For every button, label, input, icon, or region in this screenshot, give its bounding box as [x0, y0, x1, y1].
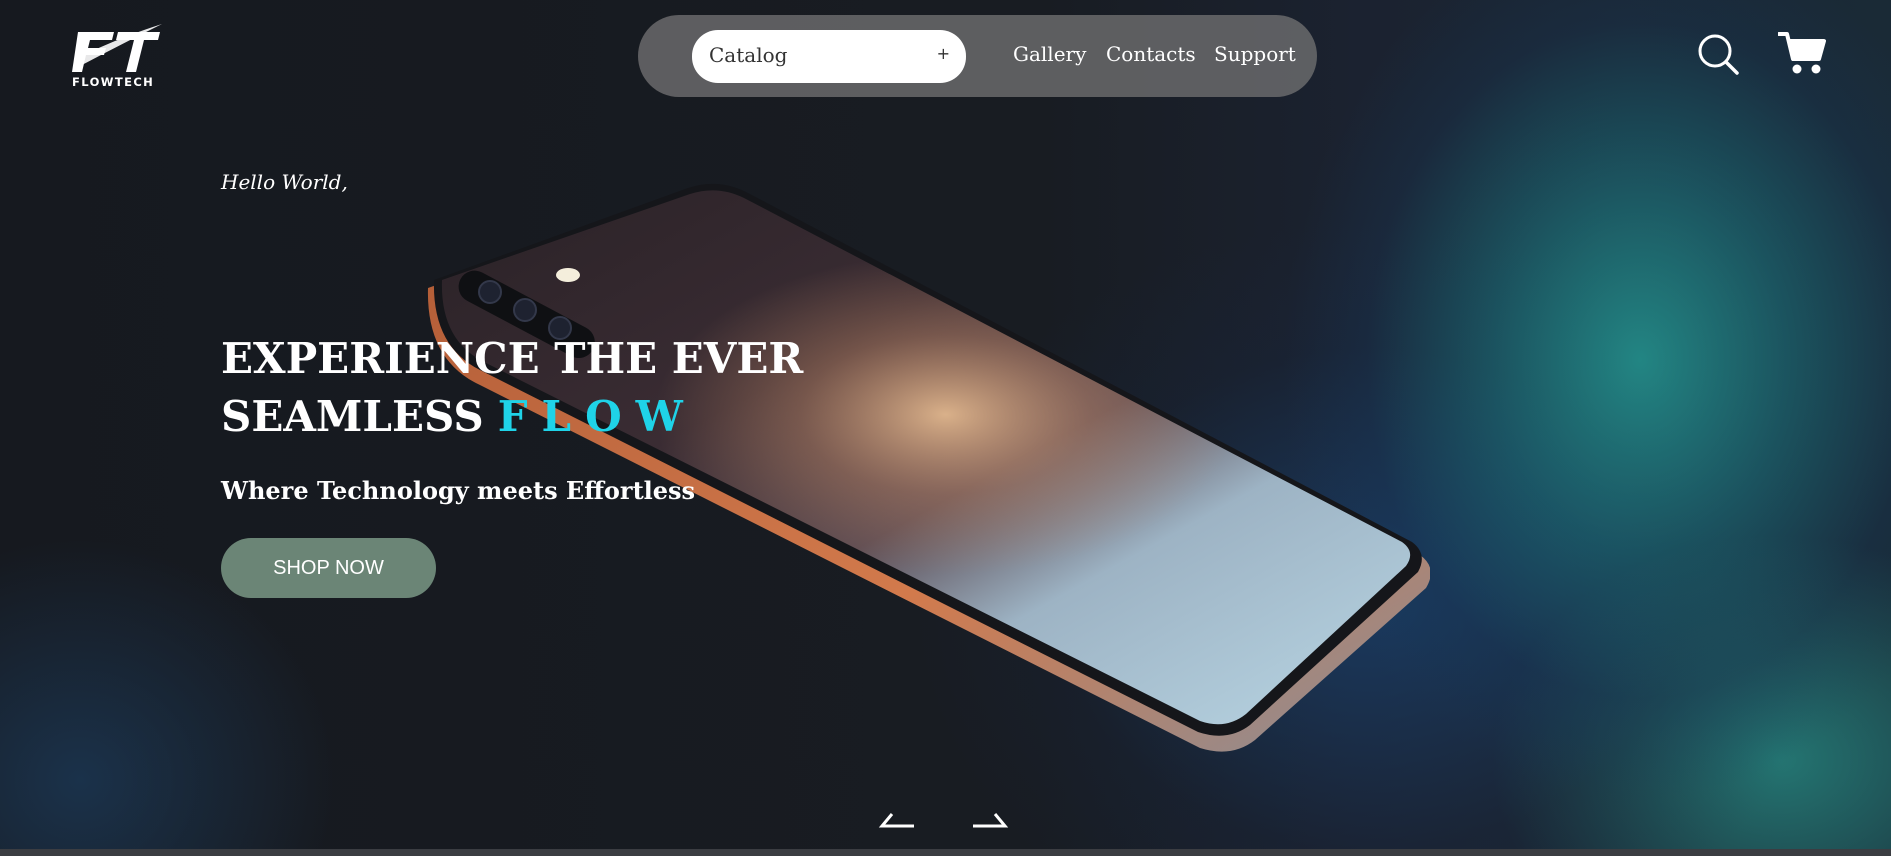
headline-seamless: SEAMLESS	[221, 392, 484, 441]
arrow-left-icon[interactable]	[878, 810, 916, 830]
shop-now-button[interactable]: SHOP NOW	[221, 538, 436, 598]
nav-link-contacts[interactable]: Contacts	[1106, 42, 1196, 66]
bottom-bar	[0, 849, 1891, 856]
arrow-right-icon[interactable]	[971, 810, 1009, 830]
nav-link-gallery[interactable]: Gallery	[1013, 42, 1086, 66]
hero-headline: EXPERIENCE THE EVER SEAMLESS FLOW	[221, 330, 803, 446]
hero-section: FLOWTECH Catalog + Gallery Contacts Supp…	[0, 0, 1891, 849]
headline-accent-flow: FLOW	[497, 392, 697, 441]
headline-line-2: SEAMLESS FLOW	[221, 388, 803, 446]
logo-wordmark: FLOWTECH	[72, 75, 155, 89]
flowtech-logo[interactable]: FLOWTECH	[72, 22, 162, 89]
cart-icon[interactable]	[1778, 31, 1826, 75]
catalog-dropdown[interactable]: Catalog +	[692, 30, 966, 83]
nav-link-support[interactable]: Support	[1214, 42, 1296, 66]
headline-line-1: EXPERIENCE THE EVER	[221, 334, 804, 383]
search-icon[interactable]	[1697, 33, 1739, 75]
hero-greeting: Hello World,	[221, 170, 348, 194]
main-navigation: Catalog + Gallery Contacts Support	[638, 15, 1317, 97]
plus-icon: +	[936, 44, 950, 63]
logo-mark-icon	[72, 24, 162, 72]
phone-image	[427, 183, 1430, 752]
hero-tagline: Where Technology meets Effortless	[221, 476, 696, 505]
catalog-label: Catalog	[709, 43, 788, 67]
